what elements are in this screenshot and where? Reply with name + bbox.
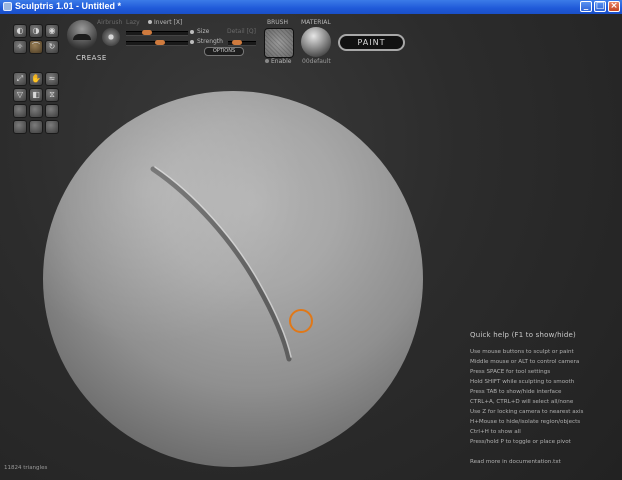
triangle-count: 11824 triangles [4,465,48,471]
enable-toggle[interactable]: Enable [271,58,291,65]
quick-help-line: Use Z for locking camera to nearest axis [470,409,584,415]
paint-button[interactable]: PAINT [338,34,405,51]
crease-tool-glyph: ⌒ [32,42,40,51]
inflate-tool-glyph: ◉ [48,26,56,35]
pinch-tool-icon[interactable]: ✧ [13,40,27,54]
app-icon [3,2,12,11]
size-slider-knob[interactable] [142,30,152,35]
quick-help-line: Press/hold P to toggle or place pivot [470,439,571,445]
size-radio-icon [190,30,194,34]
reduce-tool-icon[interactable]: ▽ [13,88,27,102]
crease-tool-icon[interactable]: ⌒ [29,40,43,54]
quick-help-line: Press SPACE for tool settings [470,369,551,375]
detail-slider[interactable] [228,40,256,46]
quick-help-line: Read more in documentation.txt [470,459,561,465]
minimize-button[interactable]: _ [580,1,592,12]
flatten-tool-icon[interactable]: ◑ [29,24,43,38]
close-button[interactable]: × [608,1,620,12]
strength-slider[interactable] [126,40,188,46]
quick-help-title: Quick help (F1 to show/hide) [470,331,576,339]
scale-tool-glyph: ⤢ [16,74,24,83]
grab-tool-icon[interactable]: ✋ [29,72,43,86]
mask-tool-glyph: ◧ [32,90,40,99]
tool-slot-icon[interactable] [13,104,27,118]
rotate-tool-icon[interactable]: ↻ [45,40,59,54]
window-title: Sculptris 1.01 - Untitled * [15,1,122,11]
mask-tool-icon[interactable]: ◧ [29,88,43,102]
strength-radio-icon [190,40,194,44]
size-label: Size [197,28,210,35]
draw-tool-icon[interactable]: ◐ [13,24,27,38]
strength-slider-knob[interactable] [155,40,165,45]
pinch-tool-glyph: ✧ [16,42,24,51]
brush-dial-icon [102,28,120,46]
quick-help-line: Press TAB to show/hide interface [470,389,562,395]
symmetry-tool-icon[interactable]: ⧖ [45,88,59,102]
quick-help-line: Middle mouse or ALT to control camera [470,359,580,365]
maximize-button[interactable]: □ [594,1,606,12]
smooth-tool-icon[interactable]: ≈ [45,72,59,86]
quick-help-line: Use mouse buttons to sculpt or paint [470,349,574,355]
tool-slot-icon[interactable] [29,104,43,118]
symmetry-tool-glyph: ⧖ [49,90,55,99]
scale-tool-icon[interactable]: ⤢ [13,72,27,86]
smooth-tool-glyph: ≈ [48,74,56,83]
flatten-tool-glyph: ◑ [32,26,40,35]
rotate-tool-glyph: ↻ [48,42,56,51]
size-slider[interactable] [126,30,188,36]
close-icon: × [610,1,618,11]
sculpt-sphere[interactable] [43,91,423,467]
tool-slot-icon[interactable] [29,120,43,134]
material-name: 00default [302,58,331,65]
quick-help-line: CTRL+A, CTRL+D will select all/none [470,399,574,405]
grab-tool-glyph: ✋ [31,74,41,83]
brush-cursor-ring [289,309,313,333]
draw-tool-glyph: ◐ [16,26,24,35]
options-button[interactable]: OPTIONS [204,47,244,56]
quick-help-line: Hold SHIFT while sculpting to smooth [470,379,575,385]
tool-slot-icon[interactable] [45,120,59,134]
inflate-tool-icon[interactable]: ◉ [45,24,59,38]
tool-slot-icon[interactable] [13,120,27,134]
material-preview[interactable] [301,27,331,57]
detail-slider-knob[interactable] [232,40,242,45]
material-section-label: MATERIAL [301,19,331,26]
tool-name-label: CREASE [76,54,107,62]
tool-slot-icon[interactable] [45,104,59,118]
invert-toggle[interactable]: Invert [X] [154,19,182,26]
lazy-toggle[interactable]: Lazy [126,19,140,26]
airbrush-toggle[interactable]: Airbrush [97,19,122,26]
title-bar: Sculptris 1.01 - Untitled * _ □ × [0,0,622,15]
quick-help-line: Ctrl+H to show all [470,429,521,435]
quick-help-line: H+Mouse to hide/isolate region/objects [470,419,581,425]
detail-label: Detail [Q] [227,28,256,35]
crease-stroke [150,166,292,362]
enable-radio-icon[interactable] [265,59,269,63]
maximize-icon: □ [595,1,605,11]
brush-texture-thumbnail[interactable] [264,28,294,58]
brush-section-label: BRUSH [267,19,288,26]
reduce-tool-glyph: ▽ [16,90,24,99]
minimize-icon: _ [583,1,589,11]
invert-radio-icon[interactable] [148,20,152,24]
strength-label: Strength [197,38,223,45]
brush-preview-icon [67,20,97,50]
